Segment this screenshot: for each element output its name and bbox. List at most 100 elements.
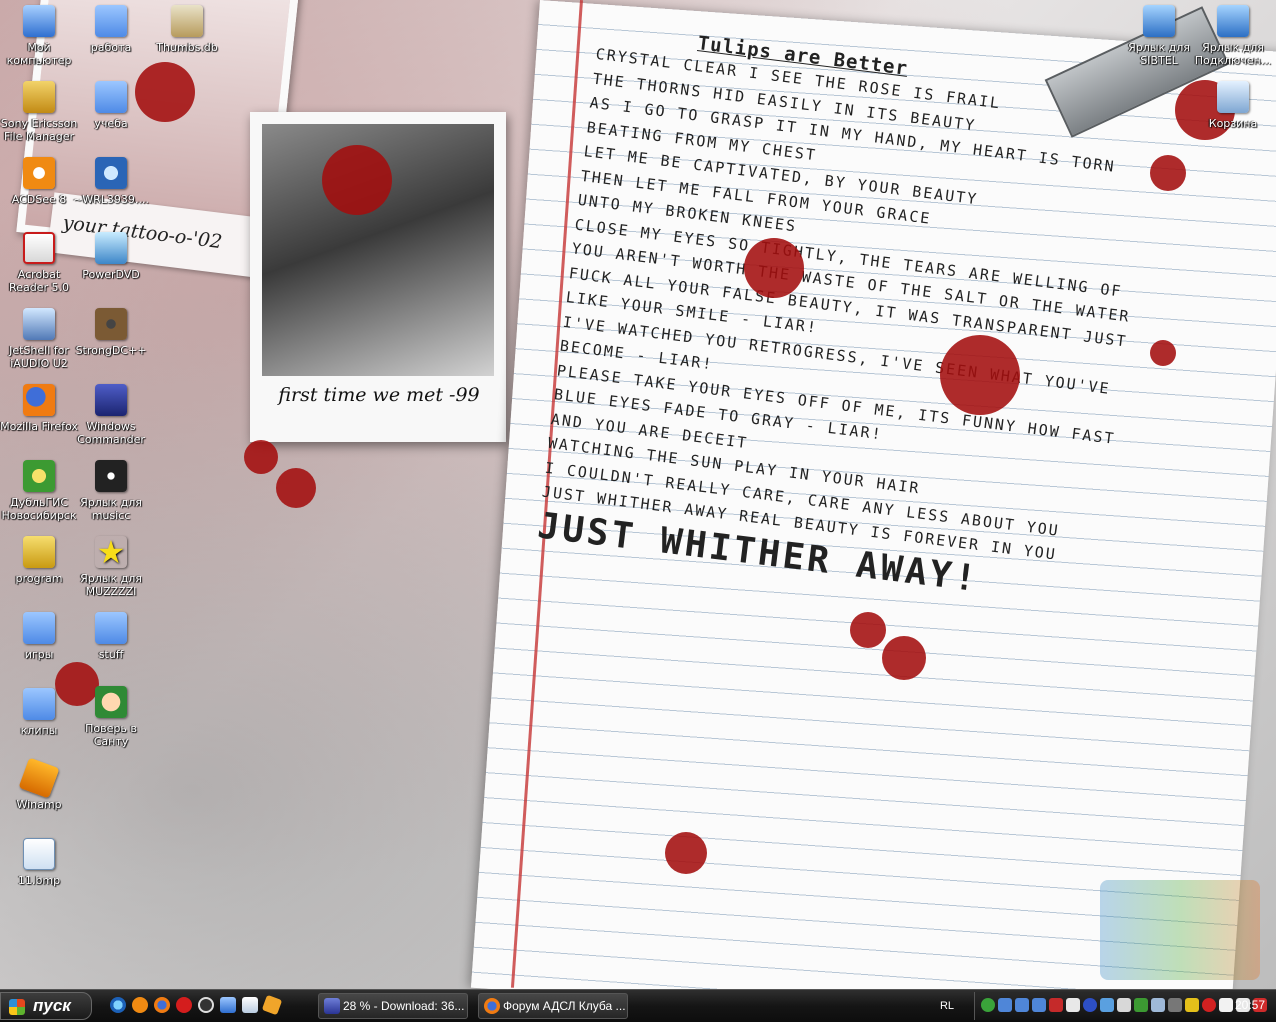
start-button[interactable]: пуск	[0, 992, 92, 1020]
acdsee-icon	[23, 157, 55, 189]
taskbar: пуск 28 % - Download: 36... Форум АДСЛ К…	[0, 989, 1276, 1022]
desktop-icon-label: program	[15, 572, 63, 585]
polaroid-caption: first time we met -99	[278, 384, 480, 406]
taskbar-clock[interactable]: 20:57	[1235, 998, 1265, 1012]
antivirus-tray-icon[interactable]	[1049, 998, 1063, 1012]
desktop-icon-label: PowerDVD	[82, 268, 140, 281]
recycle-bin-icon	[1217, 81, 1249, 113]
dublgis-icon	[23, 460, 55, 492]
desktop-icon-stuff[interactable]: stuff	[72, 612, 150, 661]
taskbar-task-download[interactable]: 28 % - Download: 36...	[318, 993, 468, 1019]
tray-app-icon[interactable]	[1151, 998, 1165, 1012]
blood-splatter	[276, 468, 316, 508]
desktop-icon-firefox[interactable]: Mozilla Firefox	[0, 384, 78, 433]
blood-splatter	[1150, 340, 1176, 366]
tray-app-icon[interactable]	[1168, 998, 1182, 1012]
desktop-icon-thumbs-db[interactable]: Thumbs.db	[148, 5, 226, 54]
tray-app-icon[interactable]	[1202, 998, 1216, 1012]
desktop-icon-label: Winamp	[16, 798, 62, 811]
volume-icon[interactable]	[1117, 998, 1131, 1012]
desktop-icon-11-bmp[interactable]: 11.bmp	[0, 838, 78, 887]
blood-splatter	[665, 832, 707, 874]
winamp-icon[interactable]	[261, 994, 283, 1016]
show-desktop-icon[interactable]	[220, 997, 236, 1013]
folder-icon	[23, 612, 55, 644]
desktop-icon-clips[interactable]: клипы	[0, 688, 78, 737]
tray-icons	[981, 998, 1267, 1012]
notepad-icon[interactable]	[242, 997, 258, 1013]
desktop-icon-games[interactable]: игры	[0, 612, 78, 661]
desktop-icon-strongdc[interactable]: StrongDC++	[72, 308, 150, 357]
strongdc-icon	[95, 308, 127, 340]
blood-splatter	[1150, 155, 1186, 191]
tray-app-icon[interactable]	[1219, 998, 1233, 1012]
desktop-icon-acrobat[interactable]: Acrobat Reader 5.0	[0, 232, 78, 294]
network-tray-icon[interactable]	[1032, 998, 1046, 1012]
jetshell-icon	[23, 308, 55, 340]
windows-flag-icon	[9, 999, 25, 1015]
taskbar-task-forum[interactable]: Форум АДСЛ Клуба ...	[478, 993, 628, 1019]
desktop-icon-wrl3939[interactable]: ~WRL3939....	[72, 157, 150, 206]
desktop-icon-label: ~WRL3939....	[73, 193, 149, 206]
ie-icon[interactable]	[110, 997, 126, 1013]
desktop-icon-study[interactable]: учеба	[72, 81, 150, 130]
floppy-download-icon	[324, 998, 340, 1014]
blood-splatter	[940, 335, 1020, 415]
firefox-icon	[23, 384, 55, 416]
desktop-icon-label: Thumbs.db	[156, 41, 218, 54]
tray-app-icon[interactable]	[1100, 998, 1114, 1012]
tray-app-icon[interactable]	[1185, 998, 1199, 1012]
desktop-icon-recycle-bin[interactable]: Корзина	[1194, 81, 1272, 130]
desktop-icon-label: ДубльГИС Новосибирск	[1, 496, 77, 522]
desktop-icon-windows-commander[interactable]: Windows Commander	[72, 384, 150, 446]
desktop-icon-connection[interactable]: Ярлык для Подключен...	[1194, 5, 1272, 67]
bluetooth-icon[interactable]	[1083, 998, 1097, 1012]
tray-app-icon[interactable]	[1134, 998, 1148, 1012]
network-icon	[1143, 5, 1175, 37]
desktop-icon-dublgis[interactable]: ДубльГИС Новосибирск	[0, 460, 78, 522]
star-icon: ★	[96, 533, 126, 571]
desktop-icon-sony-ericsson[interactable]: Sony Ericsson File Manager	[0, 81, 78, 143]
network-tray-icon[interactable]	[1015, 998, 1029, 1012]
desktop-icon-label: клипы	[20, 724, 58, 737]
my-computer-icon	[23, 5, 55, 37]
santa-game-icon	[95, 686, 127, 718]
desktop-icon-winamp[interactable]: Winamp	[0, 757, 78, 811]
desktop-icon-label: Ярлык для Подключен...	[1194, 41, 1272, 67]
desktop-icon-acdsee[interactable]: ACDSee 8	[0, 157, 78, 206]
desktop-icon-muzzzzi[interactable]: ★ Ярлык для MUZZZZI	[72, 536, 150, 598]
desktop-icon-label: Ярлык для MUZZZZI	[80, 572, 142, 598]
desktop-icon-label: игры	[24, 648, 54, 661]
firefox-icon	[484, 998, 500, 1014]
tray-app-icon[interactable]	[1066, 998, 1080, 1012]
desktop-icon-santa[interactable]: Поверь в Санту	[72, 686, 150, 748]
windows-commander-icon	[95, 384, 127, 416]
phone-icon	[23, 81, 55, 113]
media-file-icon	[95, 157, 127, 189]
blood-splatter	[322, 145, 392, 215]
lock-folder-icon	[23, 536, 55, 568]
desktop-icon-jetshell[interactable]: JetShell for iAUDIO U2	[0, 308, 78, 370]
wallpaper-watermark-logo	[1100, 880, 1260, 980]
desktop-icon-label: Windows Commander	[77, 420, 145, 446]
network-tray-icon[interactable]	[981, 998, 995, 1012]
quick-launch	[110, 994, 283, 1016]
network-tray-icon[interactable]	[998, 998, 1012, 1012]
desktop-icon-label: учеба	[94, 117, 128, 130]
email-icon[interactable]	[132, 997, 148, 1013]
opera-icon[interactable]	[176, 997, 192, 1013]
desktop-icon-label: Ярлык для SIBTEL	[1128, 41, 1190, 67]
desktop-icon-sibtel[interactable]: Ярлык для SIBTEL	[1120, 5, 1198, 67]
language-indicator[interactable]: RL	[935, 997, 959, 1015]
desktop-icon-powerdvd[interactable]: PowerDVD	[72, 232, 150, 281]
firefox-icon[interactable]	[154, 997, 170, 1013]
folder-icon	[23, 688, 55, 720]
desktop-icon-work[interactable]: работа	[72, 5, 150, 54]
desktop-icon-my-computer[interactable]: Мой компьютер	[0, 5, 78, 67]
wallpaper-lyrics: Tulips are Better Crystal clear I see th…	[535, 20, 1235, 626]
desktop-icon-musicc[interactable]: Ярлык для musicc	[72, 460, 150, 522]
desktop-icon-program[interactable]: program	[0, 536, 78, 585]
task-label: Форум АДСЛ Клуба ...	[503, 999, 626, 1013]
media-player-icon[interactable]	[198, 997, 214, 1013]
desktop-icon-label: Корзина	[1208, 117, 1258, 130]
